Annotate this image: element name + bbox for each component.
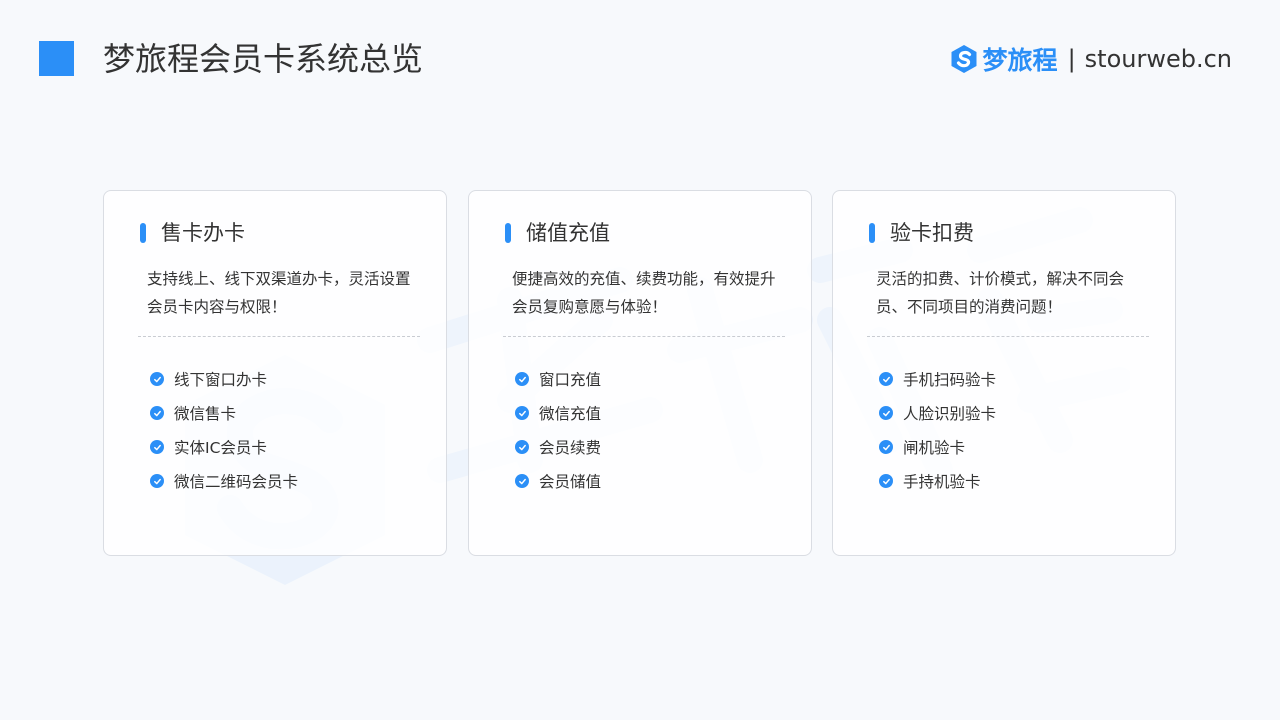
- card-title: 验卡扣费: [890, 221, 974, 245]
- feature-label: 手机扫码验卡: [903, 371, 997, 389]
- feature-label: 实体IC会员卡: [174, 439, 267, 457]
- feature-label: 微信充值: [539, 405, 602, 423]
- feature-item: 会员续费: [515, 430, 601, 464]
- card-divider: [138, 336, 420, 337]
- feature-list: 窗口充值 微信充值 会员续费 会员储值: [515, 362, 601, 498]
- check-icon: [515, 440, 529, 454]
- check-icon: [879, 440, 893, 454]
- check-icon: [515, 372, 529, 386]
- check-icon: [150, 474, 164, 488]
- brand-separator: |: [1067, 45, 1076, 73]
- check-icon: [879, 406, 893, 420]
- card-title-bar: [140, 223, 146, 243]
- check-icon: [150, 406, 164, 420]
- card-title-bar: [869, 223, 875, 243]
- brand-logo-icon: [951, 45, 977, 73]
- feature-label: 窗口充值: [539, 371, 602, 389]
- check-icon: [150, 440, 164, 454]
- feature-item: 微信售卡: [150, 396, 298, 430]
- card-title-bar: [505, 223, 511, 243]
- feature-list: 线下窗口办卡 微信售卡 实体IC会员卡 微信二维码会员卡: [150, 362, 298, 498]
- feature-item: 窗口充值: [515, 362, 601, 396]
- feature-item: 实体IC会员卡: [150, 430, 298, 464]
- card-description: 灵活的扣费、计价模式，解决不同会员、不同项目的消费问题！: [876, 270, 1125, 316]
- brand-logo: 梦旅程 | stourweb.cn: [949, 42, 1232, 76]
- brand-url: stourweb.cn: [1084, 45, 1232, 73]
- feature-item: 闸机验卡: [879, 430, 996, 464]
- check-icon: [879, 372, 893, 386]
- card-title: 储值充值: [526, 221, 610, 245]
- feature-label: 会员储值: [539, 473, 602, 491]
- check-icon: [515, 474, 529, 488]
- check-icon: [879, 474, 893, 488]
- feature-label: 闸机验卡: [903, 439, 966, 457]
- check-icon: [150, 372, 164, 386]
- check-icon: [515, 406, 529, 420]
- page-title: 梦旅程会员卡系统总览: [103, 40, 424, 78]
- feature-label: 线下窗口办卡: [174, 371, 268, 389]
- feature-item: 人脸识别验卡: [879, 396, 996, 430]
- card-divider: [867, 336, 1149, 337]
- feature-label: 会员续费: [539, 439, 602, 457]
- brand-name: 梦旅程: [982, 46, 1058, 75]
- feature-item: 手机扫码验卡: [879, 362, 996, 396]
- card-sell: 售卡办卡 支持线上、线下双渠道办卡，灵活设置会员卡内容与权限！ 线下窗口办卡 微…: [103, 190, 447, 556]
- feature-label: 微信二维码会员卡: [174, 473, 299, 491]
- feature-item: 手持机验卡: [879, 464, 996, 498]
- card-title: 售卡办卡: [161, 221, 245, 245]
- card-verify: 验卡扣费 灵活的扣费、计价模式，解决不同会员、不同项目的消费问题！ 手机扫码验卡…: [832, 190, 1176, 556]
- feature-item: 线下窗口办卡: [150, 362, 298, 396]
- card-recharge: 储值充值 便捷高效的充值、续费功能，有效提升会员复购意愿与体验！ 窗口充值 微信…: [468, 190, 812, 556]
- card-description: 便捷高效的充值、续费功能，有效提升会员复购意愿与体验！: [512, 270, 776, 316]
- card-description: 支持线上、线下双渠道办卡，灵活设置会员卡内容与权限！: [147, 270, 411, 316]
- feature-item: 微信二维码会员卡: [150, 464, 298, 498]
- feature-label: 手持机验卡: [903, 473, 981, 491]
- title-accent-square: [39, 41, 74, 76]
- feature-item: 微信充值: [515, 396, 601, 430]
- card-divider: [503, 336, 785, 337]
- feature-item: 会员储值: [515, 464, 601, 498]
- feature-label: 微信售卡: [174, 405, 237, 423]
- feature-list: 手机扫码验卡 人脸识别验卡 闸机验卡 手持机验卡: [879, 362, 996, 498]
- feature-label: 人脸识别验卡: [903, 405, 997, 423]
